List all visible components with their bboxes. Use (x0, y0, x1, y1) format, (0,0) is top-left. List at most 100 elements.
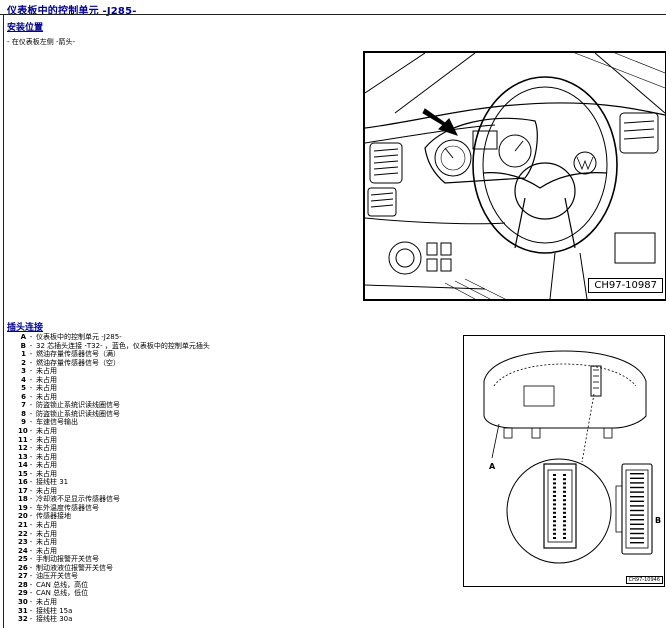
install-location-heading: 安装位置 (7, 23, 44, 33)
connector-pin (553, 537, 556, 539)
pin-item: B -32 芯插头连接 -T32- ，蓝色，仪表板中的控制单元插头 (18, 342, 210, 351)
pin-dash: - (29, 427, 33, 436)
pin-number: 13 (18, 452, 28, 461)
connector-b-rib (630, 537, 644, 539)
pin-dash: - (29, 392, 33, 401)
pin-number: 24 (18, 546, 28, 555)
pin-description: 仪表板中的控制单元 -J285- (36, 333, 122, 341)
pin-item: 30- 未占用 (18, 598, 210, 607)
pin-item: 9- 车速信号输出 (18, 418, 210, 427)
connector-pin (563, 528, 566, 531)
pin-description: CAN 总线，高位 (36, 580, 89, 589)
connector-b-rib (630, 523, 644, 525)
pin-item: 11- 未占用 (18, 436, 210, 445)
connector-figure: A B CH97-10946 (463, 335, 665, 587)
pin-dash: - (29, 375, 33, 384)
pin-dash: - (29, 503, 33, 512)
connector-pin (563, 520, 566, 523)
pin-dash: - (29, 333, 33, 341)
pin-item: 15- 未占用 (18, 470, 210, 479)
pin-description: 未占用 (36, 392, 57, 401)
pin-dash: - (29, 606, 33, 615)
pin-description: 32 芯插头连接 -T32- ，蓝色，仪表板中的控制单元插头 (36, 341, 210, 350)
pin-description: 未占用 (36, 521, 57, 530)
connector-figure-code: CH97-10946 (625, 576, 663, 584)
connector-pin (553, 503, 556, 506)
connector-b-rib (630, 505, 644, 507)
pin-number: 7 (21, 401, 26, 410)
pin-description: 传感器接地 (36, 512, 71, 521)
pin-description: 未占用 (36, 367, 57, 376)
pin-dash: - (29, 461, 33, 470)
callout-b: B (655, 516, 662, 525)
pin-description: 未占用 (36, 444, 57, 453)
pin-item: 21- 未占用 (18, 521, 210, 530)
connector-pin (563, 511, 566, 514)
pin-number: 17 (18, 486, 28, 495)
pin-item: 1- 燃油存量传感器信号（满） (18, 350, 210, 359)
pin-dash: - (29, 512, 33, 521)
install-figure-code: CH97-10987 (588, 278, 663, 293)
pin-dash: - (29, 350, 33, 359)
pin-item: 5- 未占用 (18, 384, 210, 393)
pin-dash: - (29, 538, 33, 547)
pin-dash: - (29, 435, 33, 444)
connector-b-rib (630, 542, 644, 544)
pin-dash: - (29, 589, 33, 598)
pin-number: 10 (18, 427, 28, 436)
pin-number: 14 (18, 461, 28, 470)
pin-dash: - (29, 444, 33, 453)
pin-description: 燃油存量传感器信号（满） (36, 350, 120, 359)
pin-description: 燃油存量传感器信号（空） (36, 358, 120, 367)
pin-item: 12- 未占用 (18, 444, 210, 453)
pin-number: 26 (18, 563, 28, 572)
pin-description: 防盗锁止系统识读线圈信号 (36, 409, 120, 418)
pin-dash: - (29, 597, 33, 606)
connector-pin (563, 499, 566, 502)
pin-dash: - (29, 452, 33, 461)
connector-pin (553, 511, 556, 514)
pin-dash: - (29, 529, 33, 538)
pin-dash: - (29, 384, 33, 393)
connector-b-rib (630, 482, 644, 484)
connector-pin (563, 537, 566, 539)
pin-item: 25- 手制动报警开关信号 (18, 555, 210, 564)
pin-number: 23 (18, 538, 28, 547)
pin-assignment-list: A - 仪表板中的控制单元 -J285- B -32 芯插头连接 -T32- ，蓝色，仪… (18, 333, 210, 624)
pin-number: 21 (18, 521, 28, 530)
pin-number: 31 (18, 606, 28, 615)
pin-number: 29 (18, 589, 28, 598)
pin-item: 20- 传感器接地 (18, 512, 210, 521)
pin-dash: - (29, 418, 33, 427)
pin-dash: - (29, 469, 33, 478)
connector-pin (553, 478, 556, 481)
connector-pin (553, 524, 556, 527)
pin-number: 20 (18, 512, 28, 521)
connector-pin (563, 482, 566, 485)
connector-b-rib (630, 532, 644, 535)
pin-number: 8 (21, 409, 26, 418)
pin-dash: - (29, 486, 33, 495)
connector-pin (553, 532, 556, 535)
pin-dash: - (29, 358, 33, 367)
pin-dash: - (29, 615, 33, 624)
connector-b-rib (630, 486, 644, 489)
connector-pin (553, 499, 556, 502)
pin-number: 5 (21, 384, 26, 393)
pin-item: 32- 接线柱 30a (18, 615, 210, 624)
connector-pin (563, 503, 566, 506)
pin-number: 32 (18, 615, 28, 624)
pin-dash: - (29, 495, 33, 504)
pin-dash: - (29, 401, 33, 410)
connector-pin (563, 474, 566, 476)
connector-b-rib (630, 473, 644, 475)
pin-item: 7- 防盗锁止系统识读线圈信号 (18, 401, 210, 410)
pin-description: 未占用 (36, 375, 57, 384)
connector-b-rib (630, 528, 644, 530)
pin-item: 4- 未占用 (18, 376, 210, 385)
connector-b-rib (630, 477, 644, 479)
connector-pin (553, 520, 556, 523)
pin-description: 未占用 (36, 597, 57, 606)
pin-number: 25 (18, 555, 28, 564)
pin-item: 2- 燃油存量传感器信号（空） (18, 359, 210, 368)
